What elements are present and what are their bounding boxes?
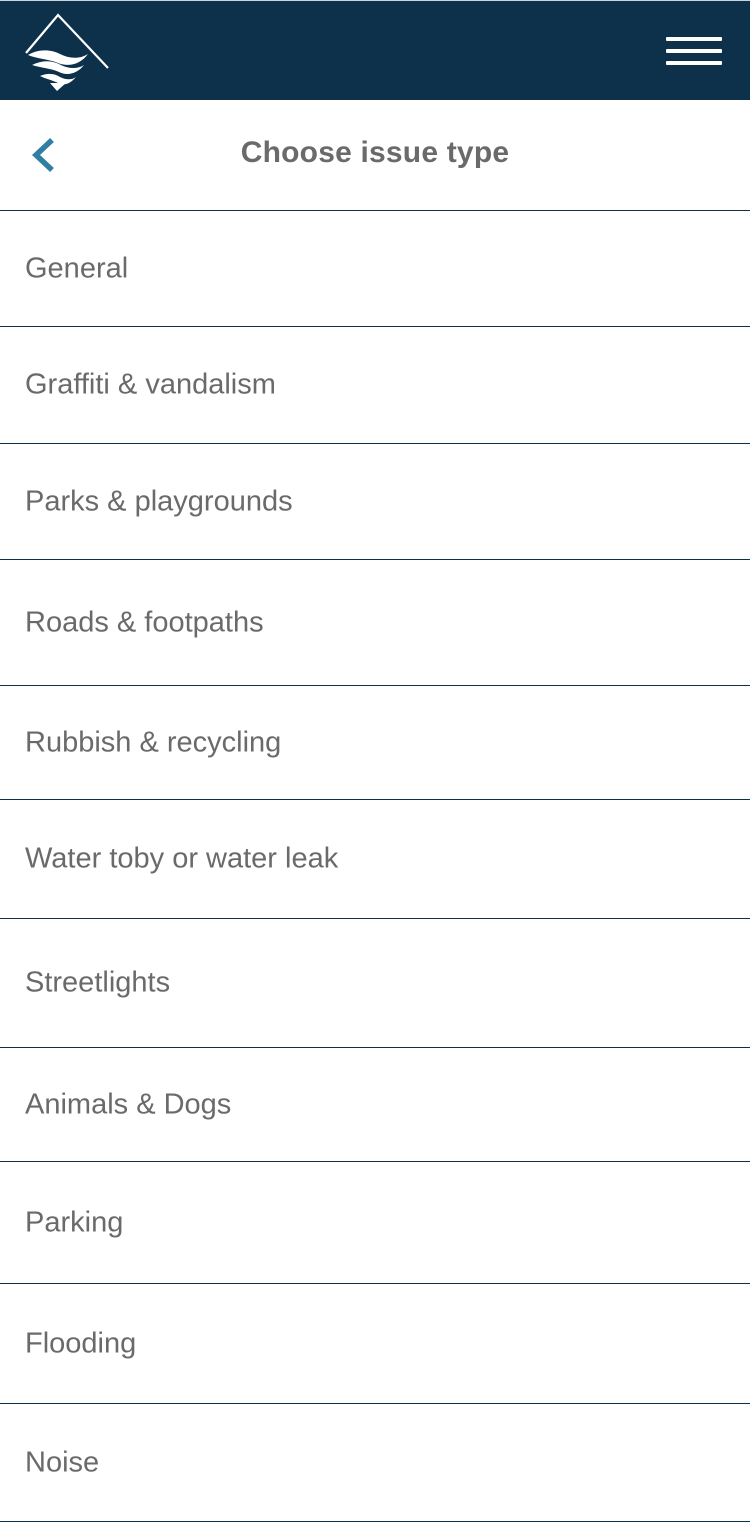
issue-type-label: Parks & playgrounds [25,485,293,517]
issue-type-item-flooding[interactable]: Flooding [0,1284,750,1404]
issue-type-label: Water toby or water leak [25,842,339,875]
issue-type-label: Streetlights [25,966,171,999]
mountain-wave-logo-icon[interactable] [22,13,112,93]
issue-type-label: Roads & footpaths [25,606,264,638]
title-bar: Choose issue type [0,100,750,211]
page-title: Choose issue type [240,136,510,169]
issue-type-list: General Graffiti & vandalism Parks & pla… [0,211,750,1522]
issue-type-item-noise[interactable]: Noise [0,1404,750,1522]
issue-type-label: Rubbish & recycling [25,726,282,758]
issue-type-item-streetlights[interactable]: Streetlights [0,919,750,1048]
issue-type-item-parks-playgrounds[interactable]: Parks & playgrounds [0,444,750,560]
menu-bar-middle [666,49,722,53]
issue-type-label: Flooding [25,1327,137,1359]
issue-type-item-parking[interactable]: Parking [0,1162,750,1284]
issue-type-item-rubbish-recycling[interactable]: Rubbish & recycling [0,686,750,800]
menu-bar-top [666,37,722,41]
app-header [0,0,750,100]
issue-type-label: Graffiti & vandalism [25,368,276,401]
issue-type-item-general[interactable]: General [0,211,750,327]
issue-type-label: General [25,252,129,284]
issue-type-label: Parking [25,1206,124,1238]
hamburger-menu-icon[interactable] [666,35,724,67]
issue-type-label: Animals & Dogs [25,1088,232,1120]
issue-type-item-roads-footpaths[interactable]: Roads & footpaths [0,560,750,686]
issue-type-item-animals-dogs[interactable]: Animals & Dogs [0,1048,750,1162]
issue-type-item-graffiti-vandalism[interactable]: Graffiti & vandalism [0,327,750,444]
issue-type-item-water-leak[interactable]: Water toby or water leak [0,800,750,919]
issue-type-label: Noise [25,1446,100,1478]
menu-bar-bottom [666,61,722,65]
